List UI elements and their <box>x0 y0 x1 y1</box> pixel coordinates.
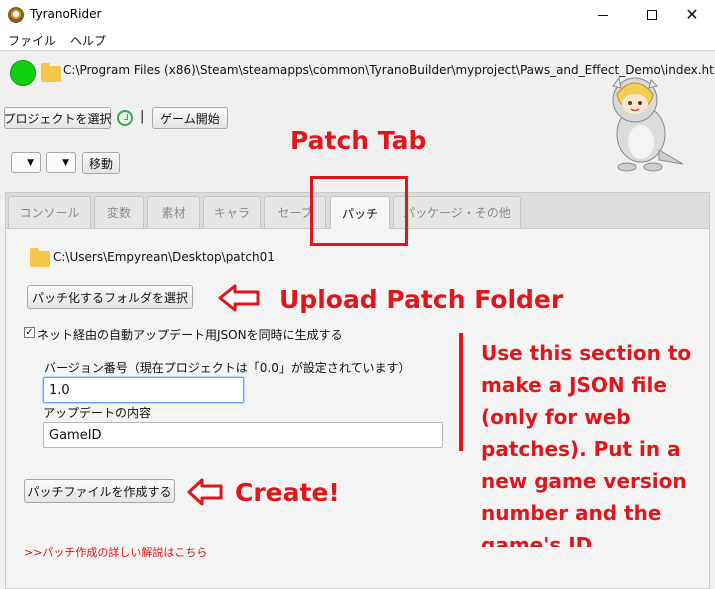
update-content-input[interactable]: GameID <box>43 422 443 448</box>
annotation-divider <box>459 333 463 451</box>
tab-characters[interactable]: キャラ <box>203 196 261 228</box>
folder-icon <box>30 248 50 267</box>
window-title: TyranoRider <box>30 7 102 21</box>
app-icon <box>8 7 24 23</box>
toolbar-separator: | <box>140 109 145 124</box>
tab-package-other[interactable]: パッケージ・その他 <box>393 196 521 228</box>
annotation-create: Create! <box>235 478 340 507</box>
select-project-button[interactable]: プロジェクトを選択 <box>4 107 112 129</box>
menu-help[interactable]: ヘルプ <box>70 32 106 49</box>
close-button[interactable]: ✕ <box>669 0 715 30</box>
refresh-icon[interactable] <box>117 110 133 126</box>
annotation-highlight-box <box>310 176 408 246</box>
annotation-upload: Upload Patch Folder <box>279 285 564 314</box>
annotation-patch-tab: Patch Tab <box>290 126 427 155</box>
maximize-icon <box>647 10 657 20</box>
scenario-select[interactable]: ▼ <box>11 152 41 173</box>
menu-file[interactable]: ファイル <box>8 32 56 49</box>
auto-json-checkbox[interactable]: ✓ <box>24 327 35 338</box>
create-patch-button[interactable]: パッチファイルを作成する <box>24 479 175 503</box>
mascot-character-image <box>612 76 684 172</box>
patch-folder-path: C:\Users\Empyrean\Desktop\patch01 <box>53 250 275 264</box>
update-content-label: アップデートの内容 <box>43 406 152 420</box>
chevron-down-icon: ▼ <box>27 157 34 168</box>
version-label: バージョン番号（現在プロジェクトは「0.0」が設定されています） <box>44 361 411 375</box>
minimize-icon <box>598 14 608 16</box>
version-input[interactable]: 1.0 <box>43 377 244 403</box>
select-patch-folder-button[interactable]: パッチ化するフォルダを選択 <box>27 285 193 309</box>
annotation-arrow-icon <box>218 284 260 312</box>
status-indicator <box>10 60 36 86</box>
start-game-button[interactable]: ゲーム開始 <box>152 107 228 129</box>
annotation-arrow-icon <box>187 478 223 506</box>
label-select[interactable]: ▼ <box>46 152 76 173</box>
annotation-note: Use this section to make a JSON file (on… <box>481 341 692 547</box>
move-button[interactable]: 移動 <box>82 152 120 174</box>
minimize-button[interactable] <box>580 0 626 30</box>
tab-assets[interactable]: 素材 <box>147 196 200 228</box>
patch-help-link[interactable]: >>パッチ作成の詳しい解説はこちら <box>24 544 207 560</box>
tab-variables[interactable]: 変数 <box>94 196 144 228</box>
tab-console[interactable]: コンソール <box>8 196 91 228</box>
auto-json-label: ネット経由の自動アップデート用JSONを同時に生成する <box>37 328 343 342</box>
menu-bar: ファイル ヘルプ <box>0 30 715 50</box>
chevron-down-icon: ▼ <box>62 157 69 168</box>
close-icon: ✕ <box>685 5 699 24</box>
folder-icon <box>41 63 61 82</box>
